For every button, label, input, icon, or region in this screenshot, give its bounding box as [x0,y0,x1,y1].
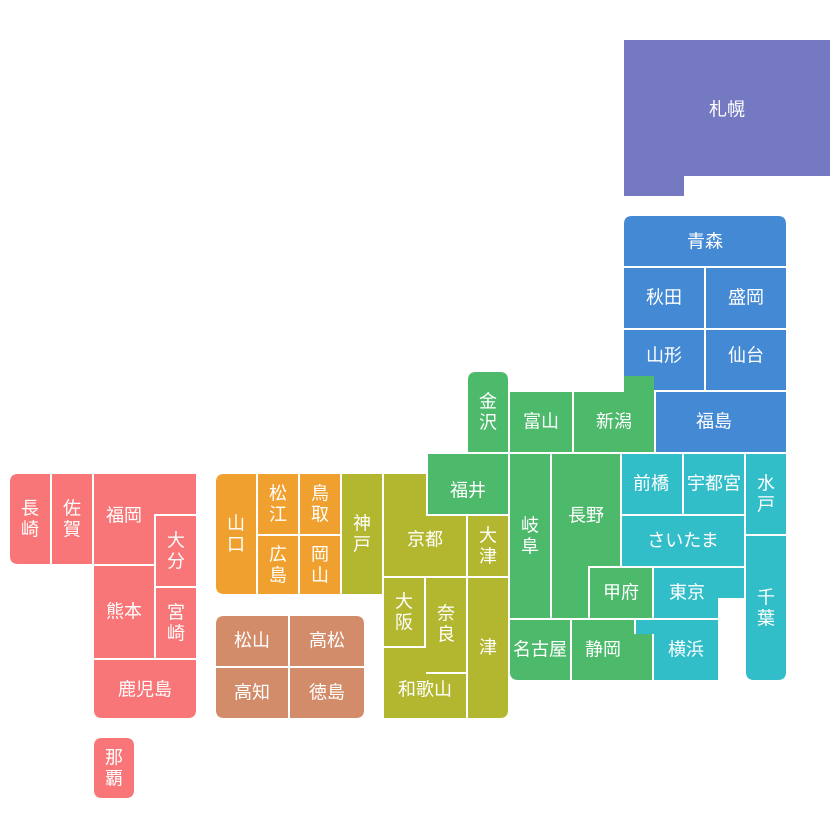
label-wakayama[interactable]: 和歌山 [398,680,452,701]
label-oita[interactable]: 大分 [167,530,185,572]
label-fukuoka[interactable]: 福岡 [106,506,142,527]
label-shizuoka[interactable]: 静岡 [585,640,621,661]
label-gifu[interactable]: 岐阜 [521,515,539,557]
label-kofu[interactable]: 甲府 [603,583,639,604]
label-kagoshima[interactable]: 鹿児島 [118,680,172,701]
label-toyama[interactable]: 富山 [523,412,559,433]
japan-tile-map: 札幌青森秋田 盛岡山形 仙台福島前橋 宇都宮 水戸さいたま千葉 東京横浜 金沢富山 新潟福井岐… [10,40,830,798]
label-chiba[interactable]: 千葉 [757,587,775,629]
label-otsu[interactable]: 大津 [479,525,497,567]
label-yokohama[interactable]: 横浜 [668,640,704,661]
region-kyushu: 長崎佐賀 福岡大分熊本 宮崎鹿児島那覇 [10,474,196,798]
label-utsunomiya[interactable]: 宇都宮 [687,474,741,495]
label-yamaguchi[interactable]: 山口 [227,513,245,555]
label-matsue[interactable]: 松江 [269,483,287,525]
label-mito[interactable]: 水戸 [757,473,775,515]
label-nara[interactable]: 奈良 [437,603,455,645]
label-kobe[interactable]: 神戸 [353,513,371,555]
label-okayama[interactable]: 岡山 [311,544,329,586]
label-fukushima[interactable]: 福島 [696,412,732,433]
label-sapporo[interactable]: 札幌 [709,100,745,121]
label-sendai[interactable]: 仙台 [728,346,764,367]
label-matsuyama[interactable]: 松山 [234,631,270,652]
label-fukui[interactable]: 福井 [450,481,486,502]
label-saitama[interactable]: さいたま [647,531,718,552]
label-tokushima[interactable]: 徳島 [309,683,345,704]
label-nagoya[interactable]: 名古屋 [513,640,567,661]
region-hokkaido: 札幌 [624,40,830,196]
region-chugoku: 山口松江鳥取広島岡山 [216,474,340,594]
label-nagasaki[interactable]: 長崎 [21,498,39,540]
label-nagano[interactable]: 長野 [568,506,604,527]
label-yamagata[interactable]: 山形 [646,346,682,367]
label-takamatsu[interactable]: 高松 [309,631,345,652]
label-akita[interactable]: 秋田 [646,288,682,309]
label-kanazawa[interactable]: 金沢 [479,391,497,433]
region-shikoku: 松山 高松高知 徳島 [216,616,364,718]
label-kumamoto[interactable]: 熊本 [106,602,142,623]
label-morioka[interactable]: 盛岡 [728,288,764,309]
label-tottori[interactable]: 鳥取 [311,483,329,525]
label-osaka[interactable]: 大阪 [395,591,413,633]
label-aomori[interactable]: 青森 [687,232,723,253]
label-tsu[interactable]: 津 [479,638,497,659]
label-naha[interactable]: 那覇 [105,747,123,789]
label-miyazaki[interactable]: 宮崎 [167,602,185,644]
label-hiroshima[interactable]: 広島 [269,544,287,586]
label-tokyo[interactable]: 東京 [669,583,705,604]
label-niigata[interactable]: 新潟 [596,412,632,433]
label-kyoto[interactable]: 京都 [407,530,443,551]
label-saga[interactable]: 佐賀 [63,498,81,540]
label-kochi[interactable]: 高知 [234,683,270,704]
label-maebashi[interactable]: 前橋 [633,474,669,495]
